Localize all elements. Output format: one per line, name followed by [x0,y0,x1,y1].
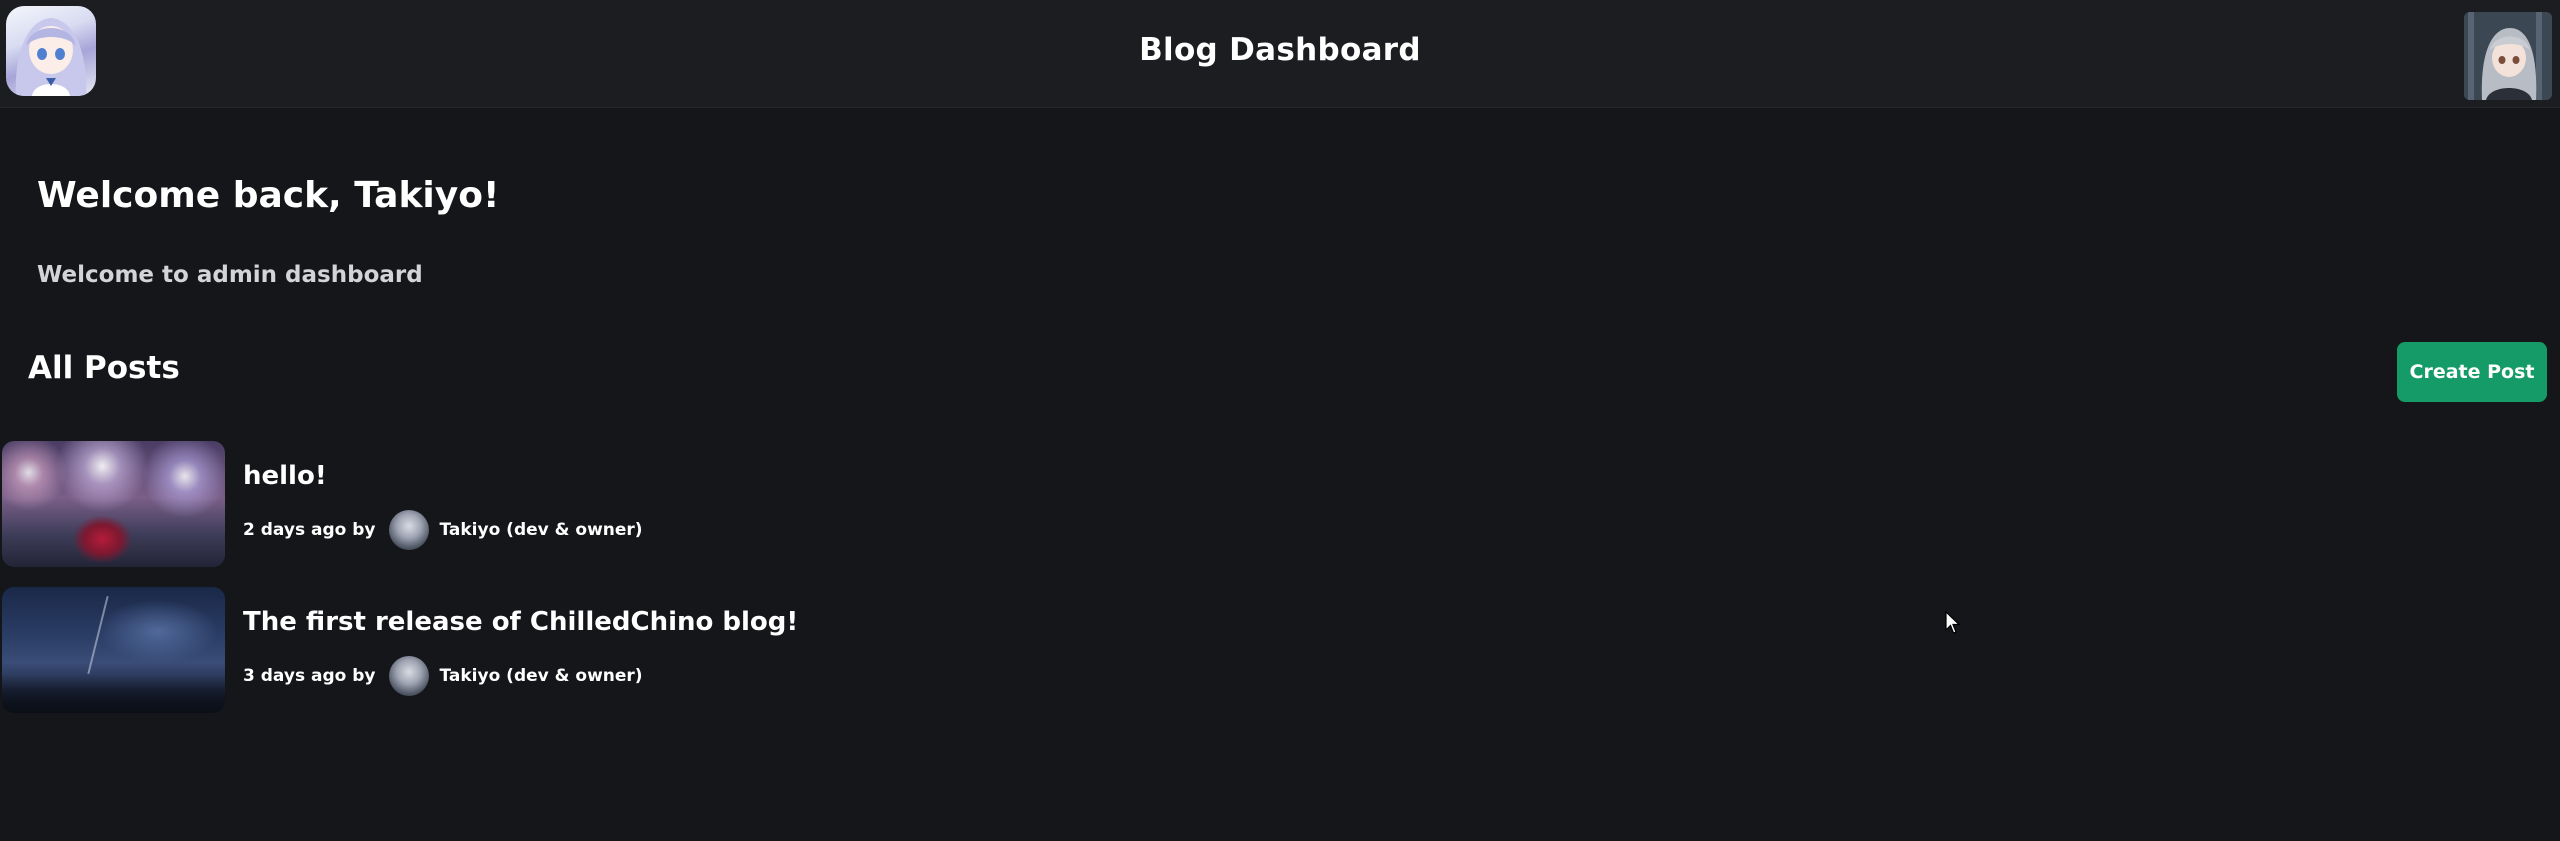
post-meta: 2 days ago by Takiyo (dev & owner) [243,507,643,553]
welcome-subtitle: Welcome to admin dashboard [37,262,423,288]
author-avatar [389,510,430,550]
post-author[interactable]: Takiyo (dev & owner) [439,666,642,686]
power-line [87,595,109,675]
all-posts-heading: All Posts [28,350,180,386]
post-author[interactable]: Takiyo (dev & owner) [439,520,642,540]
post-title[interactable]: The first release of ChilledChino blog! [243,607,798,637]
user-avatar[interactable] [2464,12,2552,100]
create-post-button[interactable]: Create Post [2397,342,2547,402]
post-item[interactable]: hello! 2 days ago by Takiyo (dev & owner… [0,441,1400,569]
fireworks-thumbnail[interactable] [2,441,225,567]
page-header-title: Blog Dashboard [1139,32,1421,68]
post-time: 3 days ago by [243,666,376,686]
post-item[interactable]: The first release of ChilledChino blog! … [0,587,1400,715]
post-time: 2 days ago by [243,520,376,540]
app-header: Blog Dashboard [0,0,2560,108]
user-avatar-icon [2464,12,2552,100]
welcome-heading: Welcome back, Takiyo! [37,175,500,216]
post-title[interactable]: hello! [243,461,327,491]
post-meta: 3 days ago by Takiyo (dev & owner) [243,653,643,699]
author-avatar [389,656,430,696]
mouse-cursor-icon [1945,611,1961,634]
night-sky-thumbnail[interactable] [2,587,225,713]
